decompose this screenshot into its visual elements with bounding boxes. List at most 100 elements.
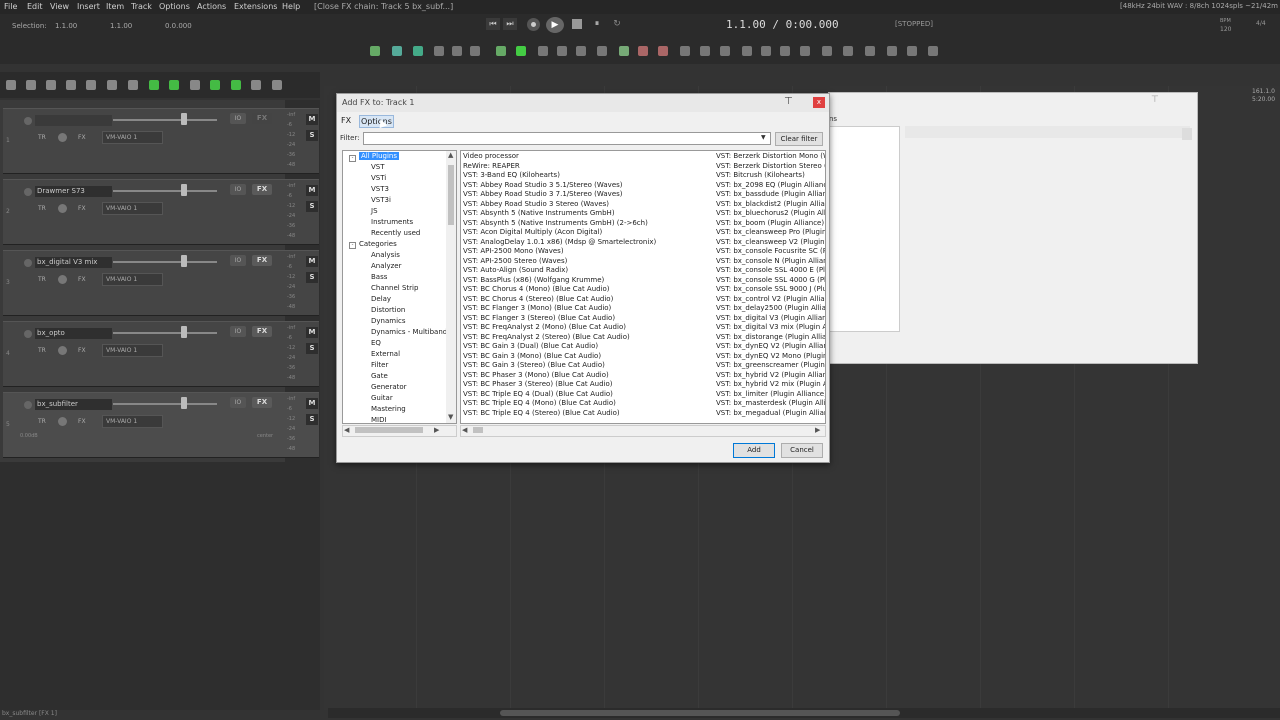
input-select[interactable]: VM-VAIO 1 [102,415,163,428]
selection-length[interactable]: 0.0.000 [165,22,192,30]
plugin-list-item[interactable]: VST: bx_masterdesk (Plugin Allian [716,399,825,407]
tree-scroll-thumb[interactable] [448,165,454,225]
tree-item-vst[interactable]: VST [371,163,385,171]
menu-options[interactable]: Options [159,2,190,11]
scroll-left-icon[interactable]: ◀ [344,426,349,434]
io-button[interactable]: IO [230,113,246,124]
plugin-list-item[interactable]: VST: Bitcrush (Kilohearts) [716,171,805,179]
plugin-list-item[interactable]: VST: bx_console SSL 4000 G (Pl [716,276,825,284]
input-select[interactable]: VM-VAIO 1 [102,131,163,144]
track-name[interactable]: bx_subfilter [35,399,112,410]
plugin-list-item[interactable]: VST: BC FreqAnalyst 2 (Stereo) (Blue Cat… [463,333,630,341]
auto-crossfade-icon[interactable] [210,80,220,90]
tree-item-js[interactable]: JS [371,207,378,215]
split-icon[interactable] [658,46,668,56]
razor-icon[interactable] [557,46,567,56]
stop-icon[interactable] [572,19,582,29]
track-row[interactable]: bx_subfilter IO FX TR FX VM-VAIO 1 5 0.0… [3,392,319,458]
record-arm-icon[interactable] [24,117,32,125]
mute-button[interactable]: M [306,114,318,125]
plugin-list-item[interactable]: VST: BC Triple EQ 4 (Dual) (Blue Cat Aud… [463,390,613,398]
grid-icon[interactable] [434,46,444,56]
plugin-list-item[interactable]: VST: BC Gain 3 (Dual) (Blue Cat Audio) [463,342,598,350]
plugin-list-item[interactable]: VST: BC Gain 3 (Stereo) (Blue Cat Audio) [463,361,605,369]
plugin-list-item[interactable]: VST: bx_digital V3 (Plugin Allianc [716,314,825,322]
plugin-list-item[interactable]: VST: BC Triple EQ 4 (Stereo) (Blue Cat A… [463,409,620,417]
marker-icon[interactable] [392,46,402,56]
plugin-list-item[interactable]: VST: BC Phaser 3 (Mono) (Blue Cat Audio) [463,371,609,379]
lock-toggle-icon[interactable] [272,80,282,90]
menu-edit[interactable]: Edit [27,2,43,11]
input-select[interactable]: VM-VAIO 1 [102,344,163,357]
chevron-down-icon[interactable]: ▼ [761,134,766,141]
go-to-start-icon[interactable]: ⏮ [486,18,500,30]
dialog-menu-fx[interactable]: FX [341,116,351,125]
plugin-list-item[interactable]: VST: bx_dynEQ V2 Mono (Plugin [716,352,825,360]
io-button[interactable]: IO [230,184,246,195]
tree-item-category[interactable]: Channel Strip [371,284,418,292]
repeat-icon[interactable]: ↻ [611,18,623,30]
fx-button[interactable]: FX [252,255,272,266]
search-icon[interactable] [761,46,771,56]
track-name[interactable]: bx_digital V3 mix [35,257,112,268]
plugin-list-item[interactable]: VST: 3-Band EQ (Kilohearts) [463,171,560,179]
cursor-icon[interactable] [538,46,548,56]
menu-help[interactable]: Help [282,2,300,11]
fx-chain-scrollbar[interactable] [1182,128,1192,140]
scroll-up-icon[interactable]: ▲ [448,151,453,159]
tree-item-category[interactable]: Generator [371,383,407,391]
speaker-icon[interactable] [843,46,853,56]
plugin-list-item[interactable]: VST: BC Flanger 3 (Mono) (Blue Cat Audio… [463,304,611,312]
mute-button[interactable]: M [306,256,318,267]
plugin-list-item[interactable]: VST: bx_bluechorus2 (Plugin Allia [716,209,825,217]
horizontal-scroll-thumb[interactable] [500,710,900,716]
snap-icon[interactable] [452,46,462,56]
cancel-button[interactable]: Cancel [781,443,823,458]
tree-item-category[interactable]: Dynamics - Multiband [371,328,447,336]
scroll-right-icon[interactable]: ▶ [815,426,820,434]
plugin-list-item[interactable]: VST: bx_digital V3 mix (Plugin Alli [716,323,825,331]
cut-icon[interactable] [638,46,648,56]
scroll-left-icon[interactable]: ◀ [462,426,467,434]
plugin-list-item[interactable]: VST: BC Chorus 4 (Mono) (Blue Cat Audio) [463,285,610,293]
tree-item-category[interactable]: Mastering [371,405,406,413]
gear-icon[interactable] [822,46,832,56]
redo-icon[interactable] [107,80,117,90]
record-arm-icon[interactable] [24,330,32,338]
plugin-list-item[interactable]: VST: bx_console SSL 4000 E (Pl [716,266,825,274]
plugin-list-item[interactable]: VST: BC Triple EQ 4 (Mono) (Blue Cat Aud… [463,399,616,407]
plugin-list-item[interactable]: VST: Abbey Road Studio 3 7.1/Stereo (Wav… [463,190,623,198]
plugin-list-item[interactable]: VST: API-2500 Mono (Waves) [463,247,564,255]
tree-item-categories[interactable]: Categories [359,240,397,248]
tree-item-category[interactable]: EQ [371,339,381,347]
loop-icon[interactable] [619,46,629,56]
plugin-list-item[interactable]: VST: bx_delay2500 (Plugin Allian [716,304,825,312]
tree-hscroll-thumb[interactable] [355,427,423,433]
tree-item-category[interactable]: Bass [371,273,387,281]
plugin-list-item[interactable]: VST: BC Chorus 4 (Stereo) (Blue Cat Audi… [463,295,613,303]
tree-item-all-plugins[interactable]: All Plugins [359,152,399,160]
open-icon[interactable] [26,80,36,90]
fx-chain-list[interactable] [828,126,900,332]
plugin-list-item[interactable]: VST: BC FreqAnalyst 2 (Mono) (Blue Cat A… [463,323,626,331]
plugin-list-item[interactable]: VST: bx_greenscreamer (Plugin A [716,361,825,369]
grid-snap-icon[interactable] [190,80,200,90]
plugin-list-item[interactable]: VST: bx_cleansweep Pro (Plugin [716,228,825,236]
plugin-list-item[interactable]: VST: bx_console SSL 9000 J (Plu [716,285,825,293]
track-row[interactable]: bx_digital V3 mix IO FX TR FX VM-VAIO 1 … [3,250,319,316]
volume-slider[interactable] [181,397,187,409]
plugin-list-item[interactable]: VST: API-2500 Stereo (Waves) [463,257,567,265]
plugin-list-item[interactable]: VST: bx_blackdist2 (Plugin Allian [716,200,825,208]
io-button[interactable]: IO [230,255,246,266]
track-name[interactable]: bx_opto [35,328,112,339]
filter-input[interactable] [363,132,771,145]
plugin-list-item[interactable]: VST: BC Phaser 3 (Stereo) (Blue Cat Audi… [463,380,613,388]
collapse-icon[interactable]: - [349,155,356,162]
tag-icon[interactable] [780,46,790,56]
record-arm-icon[interactable] [24,188,32,196]
fx-chain-menu-fragment[interactable]: ns [829,115,837,123]
plugin-list-item[interactable]: VST: Abbey Road Studio 3 Stereo (Waves) [463,200,609,208]
tree-item-category[interactable]: Delay [371,295,391,303]
fx-button[interactable]: FX [252,113,272,124]
crossfade-icon[interactable] [149,80,159,90]
